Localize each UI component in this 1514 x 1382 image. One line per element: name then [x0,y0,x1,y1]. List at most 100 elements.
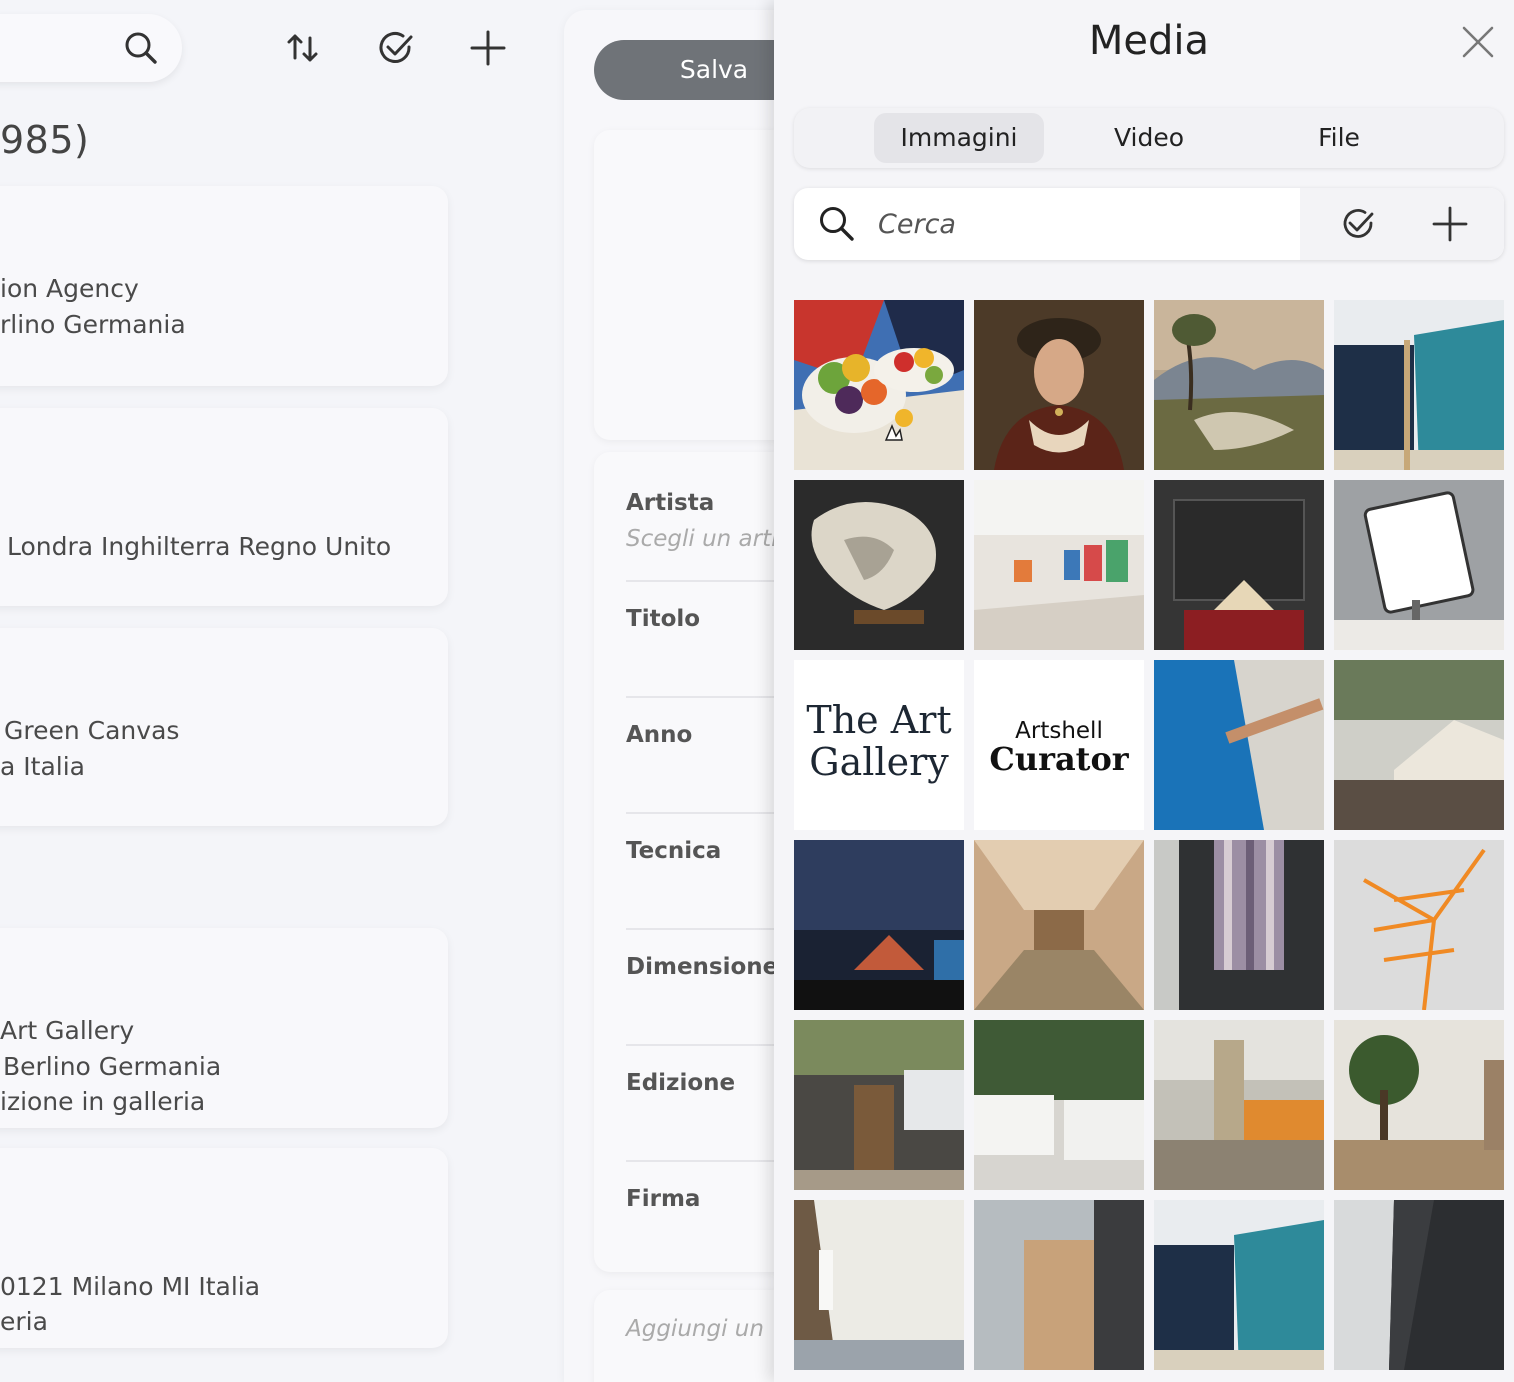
list-search-field[interactable] [0,14,182,82]
landscape-river-image [1154,300,1324,470]
artwork-form-panel: Salva Artista Scegli un arti Titolo Anno… [564,10,794,1382]
thumb-tree-fence[interactable] [1334,1020,1504,1190]
white-containers-image [974,1020,1144,1190]
thumb-tent-door[interactable] [794,1020,964,1190]
curator-logo-line2: Curator [989,740,1129,778]
thumb-orange-net[interactable] [1334,840,1504,1010]
tent-camp-image [1334,660,1504,830]
tarp-wall-2-image [1154,1200,1324,1370]
thumb-tarp-wall-2[interactable] [1154,1200,1324,1370]
media-title: Media [1088,18,1210,64]
list-item-line: izione in galleria [0,1087,206,1116]
thumb-the-art-gallery-logo[interactable]: The Art Gallery [794,660,964,830]
record-heading: 985) [0,118,90,162]
media-search-bar [794,188,1504,260]
content-list-panel: 985) ion Agency rlino Germania Londra In… [0,0,540,1382]
list-item-line: a Italia [0,752,85,781]
thumb-gallery-interior[interactable] [974,480,1144,650]
tent-door-image [794,1020,964,1190]
add-media-plus-icon[interactable] [1432,206,1468,242]
striped-fabric-image [1154,840,1324,1010]
list-item-line: 0121 Milano MI Italia [0,1272,261,1301]
thumb-tent-cloth[interactable] [794,1200,964,1370]
thumb-striped-fabric[interactable] [1154,840,1324,1010]
book-stand-image [1154,480,1324,650]
save-button[interactable]: Salva [594,40,794,100]
artist-select[interactable]: Scegli un arti [626,526,778,552]
thumb-landscape-river[interactable] [1154,300,1324,470]
media-tabs: Immagini Video File [794,108,1504,168]
thumb-tablet-menu[interactable] [1334,480,1504,650]
artwork-details-card: Artista Scegli un arti Titolo Anno Tecni… [594,452,794,1272]
tarp-wall-image [1334,300,1504,470]
thumb-blue-tarp[interactable] [1154,660,1324,830]
field-label-anno[interactable]: Anno [626,722,692,748]
cubist-fruit-bowl-image [794,300,964,470]
media-search-input[interactable] [878,202,1278,246]
building-tower-image [1154,1020,1324,1190]
divider [626,1160,794,1162]
thumb-white-containers[interactable] [974,1020,1144,1190]
thumb-night-camp[interactable] [794,840,964,1010]
close-icon[interactable] [1460,24,1496,60]
dark-fabric-image [1334,1200,1504,1370]
field-label-tecnica[interactable]: Tecnica [626,838,721,864]
search-icon [820,207,854,241]
thumb-unhcr-tent-interior[interactable] [974,840,1144,1010]
art-gallery-logo-line2: Gallery [809,740,949,784]
gallery-interior-image [974,480,1144,650]
list-item[interactable]: Green Canvas a Italia [0,628,448,826]
field-label-firma[interactable]: Firma [626,1186,700,1212]
portrait-woman-image [974,300,1144,470]
list-item-line: Londra Inghilterra Regno Unito [7,532,392,561]
sort-icon[interactable] [284,28,324,68]
tab-immagini[interactable]: Immagini [874,113,1044,163]
tent-cloth-image [794,1200,964,1370]
tab-video[interactable]: Video [1064,113,1234,163]
thumb-tent-camp[interactable] [1334,660,1504,830]
list-item[interactable]: Art Gallery Berlino Germania izione in g… [0,928,448,1128]
search-actions [1300,188,1504,260]
add-field-card[interactable]: Aggiungi un [594,1290,794,1382]
thumb-dark-fabric[interactable] [1334,1200,1504,1370]
field-label-titolo[interactable]: Titolo [626,606,700,632]
tablet-menu-image [1334,480,1504,650]
image-upload-card[interactable] [594,130,794,440]
thumb-portrait-woman[interactable] [974,300,1144,470]
search-icon[interactable] [124,31,158,65]
divider [626,580,794,582]
divider [626,928,794,930]
thumb-tarp-panel[interactable] [974,1200,1144,1370]
field-label-artista: Artista [626,490,715,516]
list-item-line: Berlino Germania [3,1052,222,1081]
list-item[interactable]: 0121 Milano MI Italia eria [0,1148,448,1348]
field-label-edizione[interactable]: Edizione [626,1070,735,1096]
plus-icon[interactable] [468,28,508,68]
select-all-check-icon[interactable] [1340,206,1376,242]
thumb-artshell-curator-logo[interactable]: Artshell Curator [974,660,1144,830]
tarp-panel-image [974,1200,1144,1370]
thumb-tarp-wall[interactable] [1334,300,1504,470]
list-item-line: Green Canvas [4,716,180,745]
thumb-cubist-fruit-bowl[interactable] [794,300,964,470]
tab-file[interactable]: File [1254,113,1424,163]
list-item-line: ion Agency [0,274,139,303]
list-item[interactable]: ion Agency rlino Germania [0,186,448,386]
media-panel: Media Immagini Video File Cerca The Art … [774,0,1514,1382]
divider [626,1044,794,1046]
list-item-line: Art Gallery [0,1016,135,1045]
art-gallery-logo-line1: The Art [806,698,952,742]
blue-tarp-image [1154,660,1324,830]
divider [626,812,794,814]
list-item[interactable]: Londra Inghilterra Regno Unito [0,408,448,606]
driftwood-sculpture-image [794,480,964,650]
field-label-dimensione[interactable]: Dimensione [626,954,778,980]
check-circle-icon[interactable] [376,28,416,68]
unhcr-tent-interior-image [974,840,1144,1010]
list-item-line: rlino Germania [0,310,186,339]
thumb-building-tower[interactable] [1154,1020,1324,1190]
list-item-line: eria [0,1307,48,1336]
add-field-placeholder[interactable]: Aggiungi un [626,1316,764,1342]
thumb-driftwood-sculpture[interactable] [794,480,964,650]
thumb-book-stand[interactable] [1154,480,1324,650]
